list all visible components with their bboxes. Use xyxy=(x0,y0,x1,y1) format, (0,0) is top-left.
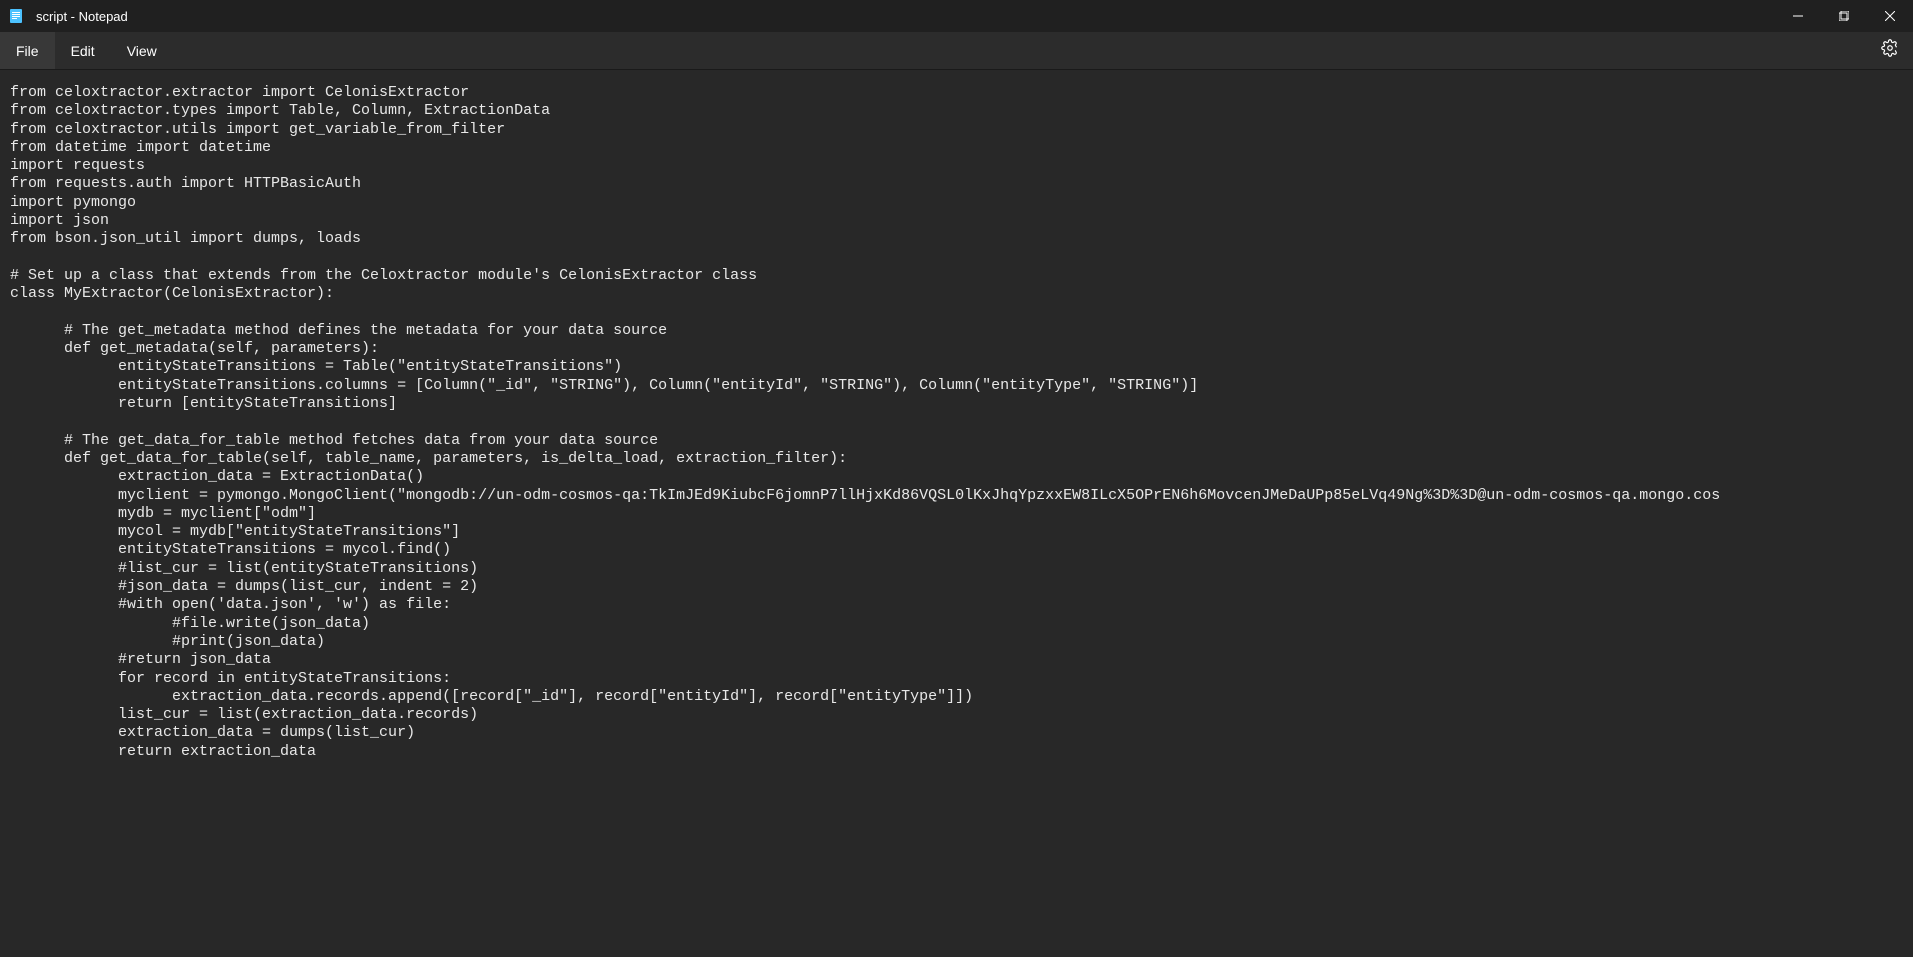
titlebar-left: script - Notepad xyxy=(8,8,128,24)
window-title: script - Notepad xyxy=(36,9,128,24)
editor-area[interactable]: from celoxtractor.extractor import Celon… xyxy=(0,70,1913,957)
close-button[interactable] xyxy=(1867,0,1913,32)
editor-content[interactable]: from celoxtractor.extractor import Celon… xyxy=(10,84,1903,761)
menubar: File Edit View xyxy=(0,32,1913,70)
notepad-icon xyxy=(8,8,24,24)
menu-edit[interactable]: Edit xyxy=(55,32,111,69)
menu-view[interactable]: View xyxy=(111,32,173,69)
titlebar[interactable]: script - Notepad xyxy=(0,0,1913,32)
gear-icon xyxy=(1881,39,1899,62)
menus: File Edit View xyxy=(0,32,173,69)
maximize-button[interactable] xyxy=(1821,0,1867,32)
minimize-button[interactable] xyxy=(1775,0,1821,32)
window-controls xyxy=(1775,0,1913,32)
settings-button[interactable] xyxy=(1867,32,1913,69)
menu-file[interactable]: File xyxy=(0,32,55,69)
